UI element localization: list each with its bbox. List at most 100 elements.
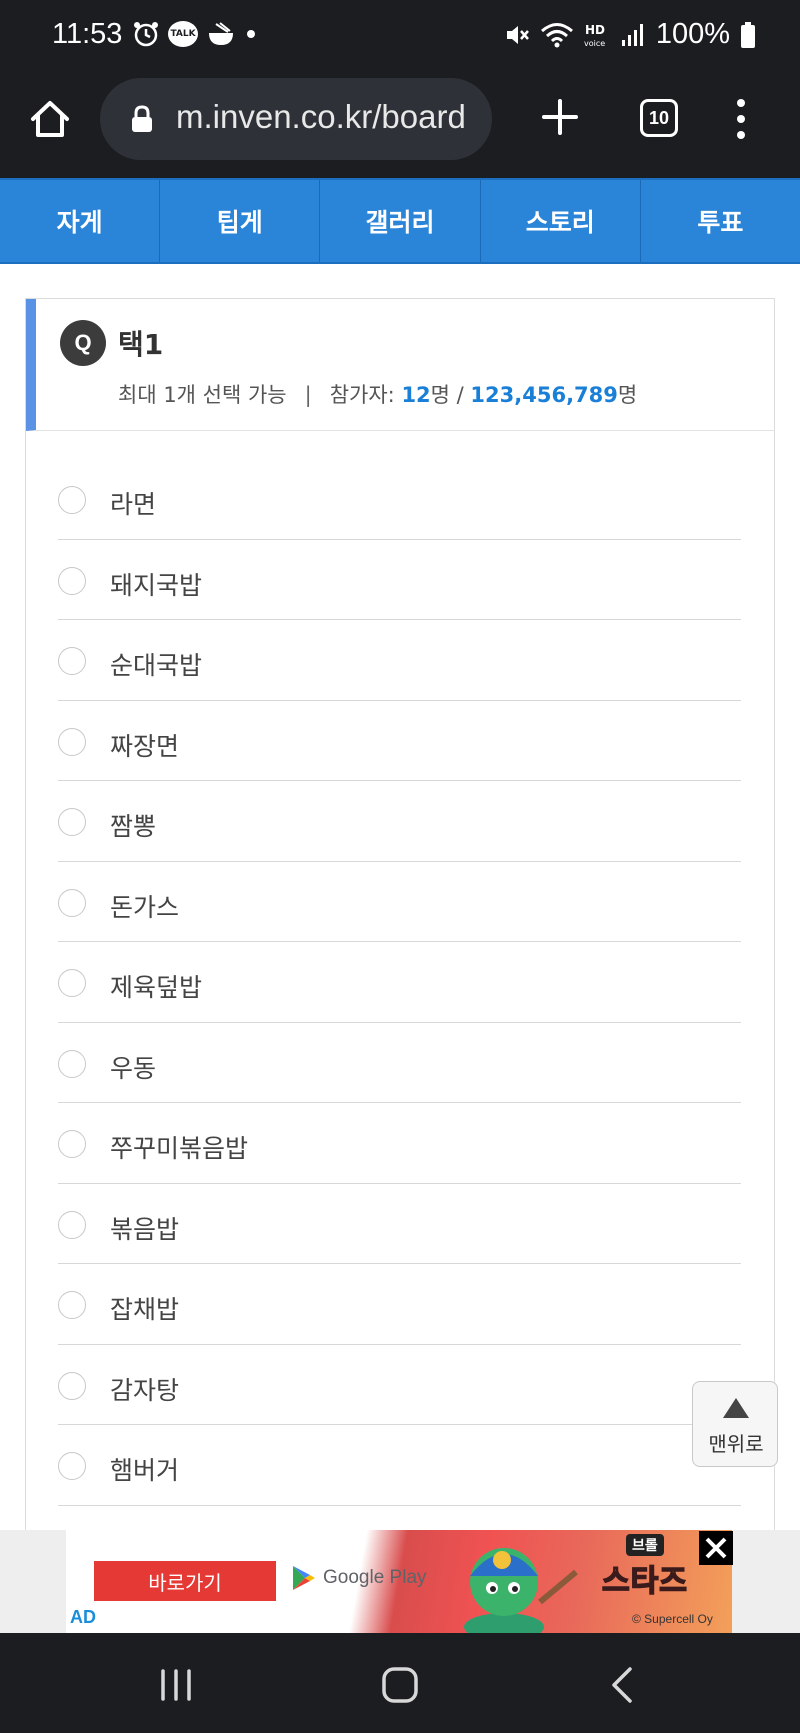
signal-icon <box>621 23 643 46</box>
tab-story[interactable]: 스토리 <box>481 180 641 262</box>
system-icons: HD voice 100% <box>504 18 756 51</box>
address-bar[interactable]: m.inven.co.kr/board <box>100 78 492 160</box>
poll-header: Q 택1 최대 1개 선택 가능 | 참가자: 12명 / 123,456,789명 <box>26 299 774 431</box>
poll-option[interactable]: 제육덮밥 <box>58 942 741 1023</box>
ad-logo-top: 브롤 <box>626 1534 664 1556</box>
battery-percent: 100% <box>655 18 730 50</box>
radio-button[interactable] <box>58 1210 86 1239</box>
option-label: 감자탕 <box>110 1375 180 1405</box>
svg-text:voice: voice <box>584 39 605 48</box>
tab-tip-board[interactable]: 팁게 <box>160 180 321 262</box>
poll-title: 택1 <box>118 328 164 361</box>
poll-option[interactable]: 쭈꾸미볶음밥 <box>58 1103 741 1184</box>
more-menu-icon[interactable] <box>732 97 750 141</box>
option-label: 우동 <box>110 1053 157 1083</box>
poll-option[interactable]: 감자탕 <box>58 1345 741 1425</box>
status-bar: 11:53 TALK HD voice 100% <box>0 0 800 75</box>
meta-separator: | <box>304 383 312 407</box>
option-label: 햄버거 <box>110 1456 180 1485</box>
radio-button[interactable] <box>58 1452 86 1480</box>
alarm-icon <box>134 22 158 47</box>
option-label: 짬뽕 <box>110 812 157 841</box>
option-label: 순대국밥 <box>110 651 203 680</box>
radio-button[interactable] <box>58 808 86 836</box>
ad-game-logo: 스타즈 <box>601 1563 688 1600</box>
home-icon[interactable] <box>28 97 72 141</box>
tab-switcher-button[interactable]: 10 <box>640 99 678 137</box>
google-play-text: Google Play <box>323 1567 427 1588</box>
question-badge: Q <box>60 320 106 366</box>
radio-button[interactable] <box>58 566 86 595</box>
participants-count: 12 <box>401 383 431 407</box>
poll-option[interactable]: 순대국밥 <box>58 620 741 701</box>
svg-text:HD: HD <box>585 23 605 37</box>
ad-go-button[interactable]: 바로가기 <box>94 1561 276 1601</box>
select-limit-text: 최대 1개 선택 가능 <box>118 383 287 407</box>
board-nav-tabs: 자게 팁게 갤러리 스토리 투표 <box>0 178 800 264</box>
ad-banner[interactable]: 바로가기 Google Play 브롤 스타즈 © Supercell Oy <box>66 1530 732 1633</box>
google-play-icon <box>293 1566 315 1590</box>
poll-option[interactable]: 볶음밥 <box>58 1184 741 1264</box>
notification-icons: TALK <box>132 20 258 48</box>
radio-button[interactable] <box>58 727 86 756</box>
option-label: 쭈꾸미볶음밥 <box>110 1134 249 1163</box>
poll-meta: 최대 1개 선택 가능 | 참가자: 12명 / 123,456,789명 <box>118 379 637 409</box>
tab-gallery[interactable]: 갤러리 <box>320 180 481 262</box>
poll-options: 라면 돼지국밥 순대국밥 짜장면 짬뽕 돈가스 제육덮밥 우동 쭈꾸미볶음밥 볶… <box>58 459 741 1506</box>
option-label: 제육덮밥 <box>110 973 203 1002</box>
recent-apps-icon[interactable] <box>154 1663 198 1707</box>
radio-button[interactable] <box>58 647 86 675</box>
radio-button[interactable] <box>58 1291 86 1319</box>
option-label: 볶음밥 <box>110 1214 180 1244</box>
ad-copyright: © Supercell Oy <box>632 1612 713 1626</box>
radio-button[interactable] <box>58 1049 86 1078</box>
option-label: 라면 <box>110 490 157 519</box>
tab-vote[interactable]: 투표 <box>641 180 800 262</box>
mute-icon <box>506 25 529 44</box>
dot-icon <box>247 30 255 38</box>
ad-label: AD <box>70 1607 96 1627</box>
poll-option[interactable]: 라면 <box>58 459 741 540</box>
new-tab-icon[interactable] <box>540 97 580 137</box>
hd-voice-icon: HD voice <box>584 23 605 48</box>
bowl-icon <box>209 22 233 45</box>
radio-button[interactable] <box>58 969 86 997</box>
home-nav-icon[interactable] <box>378 1663 422 1707</box>
radio-button[interactable] <box>58 1371 86 1400</box>
scroll-to-top-label: 맨위로 <box>708 1432 764 1456</box>
radio-button[interactable] <box>58 888 86 917</box>
wifi-icon <box>540 22 573 47</box>
battery-icon <box>741 21 755 48</box>
browser-toolbar: m.inven.co.kr/board 10 <box>0 75 800 178</box>
radio-button[interactable] <box>58 486 86 514</box>
radio-button[interactable] <box>58 1130 86 1158</box>
back-icon[interactable] <box>602 1663 646 1707</box>
option-label: 잡채밥 <box>110 1295 180 1324</box>
status-time: 11:53 <box>52 18 123 50</box>
poll-option[interactable]: 잡채밥 <box>58 1264 741 1345</box>
participants-total-unit: 명 <box>617 383 638 407</box>
ad-strip: 바로가기 Google Play 브롤 스타즈 © Supercell Oy <box>0 1530 800 1633</box>
tab-free-board[interactable]: 자게 <box>0 180 161 262</box>
close-icon[interactable] <box>699 1531 733 1565</box>
android-nav-bar <box>0 1633 800 1733</box>
scroll-to-top-button[interactable]: 맨위로 <box>692 1381 778 1467</box>
participants-total: 123,456,789 <box>470 383 618 407</box>
poll-option[interactable]: 짬뽕 <box>58 781 741 862</box>
game-character-image <box>464 1548 578 1633</box>
google-play-badge: Google Play <box>291 1564 427 1592</box>
arrow-up-icon <box>723 1398 749 1418</box>
talk-icon: TALK <box>168 21 198 47</box>
poll-option[interactable]: 돼지국밥 <box>58 540 741 620</box>
url-text: m.inven.co.kr/board <box>176 98 466 135</box>
poll-option[interactable]: 짜장면 <box>58 701 741 781</box>
participants-label: 참가자: <box>329 383 402 407</box>
poll-option[interactable]: 우동 <box>58 1023 741 1103</box>
option-label: 짜장면 <box>110 731 180 761</box>
option-label: 돼지국밥 <box>110 570 203 600</box>
poll-option[interactable]: 햄버거 <box>58 1425 741 1506</box>
lock-icon <box>132 105 152 132</box>
participants-unit: 명 / <box>430 383 471 407</box>
poll-option[interactable]: 돈가스 <box>58 862 741 942</box>
poll-card: Q 택1 최대 1개 선택 가능 | 참가자: 12명 / 123,456,789명… <box>25 298 775 1548</box>
